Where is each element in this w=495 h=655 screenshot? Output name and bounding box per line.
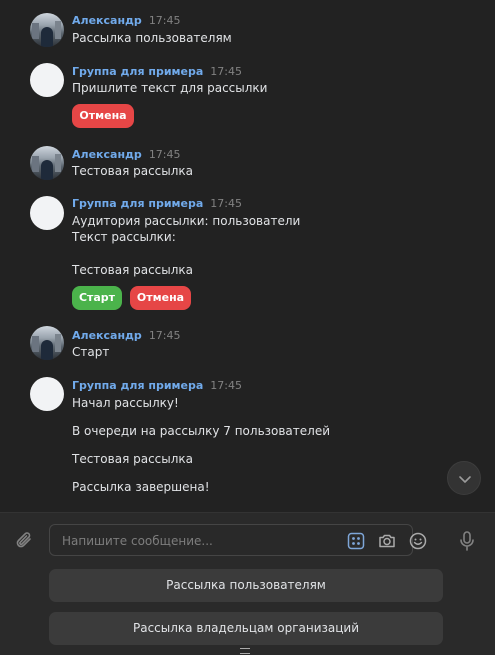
- bot-keyboard-icon[interactable]: [346, 531, 366, 551]
- message-author[interactable]: Группа для примера: [72, 65, 203, 78]
- message-author[interactable]: Александр: [72, 14, 142, 27]
- start-button[interactable]: Старт: [72, 286, 122, 310]
- message-author[interactable]: Группа для примера: [72, 197, 203, 210]
- message-text: В очереди на рассылку 7 пользователей: [72, 424, 331, 438]
- message-item: Александр 17:45 Старт: [30, 326, 470, 362]
- message-time: 17:45: [148, 329, 181, 342]
- chat-history: Александр 17:45 Рассылка пользователям Гр…: [0, 0, 495, 512]
- message-item: Группа для примера 17:45 Аудитория рассыл…: [30, 196, 470, 312]
- camera-icon[interactable]: [377, 531, 397, 551]
- avatar[interactable]: [30, 326, 64, 360]
- cancel-button[interactable]: Отмена: [130, 286, 191, 310]
- message-text: Рассылка пользователям: [72, 31, 232, 45]
- message-item: Группа для примера 17:45 Начал рассылку! …: [30, 377, 470, 497]
- message-text: Тестовая рассылка: [72, 452, 194, 466]
- message-input[interactable]: [60, 525, 324, 557]
- message-text: Начал рассылку!: [72, 396, 179, 410]
- chevron-down-icon: [459, 476, 471, 483]
- message-item: Александр 17:45 Рассылка пользователям: [30, 13, 470, 49]
- paperclip-icon[interactable]: [14, 530, 36, 552]
- avatar[interactable]: [30, 196, 64, 230]
- message-time: 17:45: [148, 14, 181, 27]
- avatar[interactable]: [30, 377, 64, 411]
- scroll-down-button[interactable]: [447, 461, 481, 495]
- cancel-button[interactable]: Отмена: [72, 104, 134, 128]
- message-time: 17:45: [148, 148, 181, 161]
- message-text: Тестовая рассылка: [72, 263, 194, 277]
- keyboard-button-users[interactable]: Рассылка пользователям: [49, 569, 443, 602]
- keyboard-toggle-handle[interactable]: [240, 648, 250, 654]
- message-item: Александр 17:45 Тестовая рассылка: [30, 146, 470, 182]
- message-time: 17:45: [210, 379, 242, 392]
- message-author[interactable]: Александр: [72, 148, 142, 161]
- message-text: Тестовая рассылка: [72, 164, 194, 178]
- avatar[interactable]: [30, 63, 64, 97]
- avatar[interactable]: [30, 146, 64, 180]
- message-item: Группа для примера 17:45 Пришлите текст д…: [30, 63, 470, 133]
- message-text: Пришлите текст для рассылки: [72, 81, 268, 95]
- message-author[interactable]: Александр: [72, 329, 142, 342]
- message-text: Рассылка завершена!: [72, 480, 210, 494]
- message-author[interactable]: Группа для примера: [72, 379, 203, 392]
- composer: Рассылка пользователям Рассылка владельц…: [0, 512, 495, 655]
- keyboard-button-org-owners[interactable]: Рассылка владельцам организаций: [49, 612, 443, 645]
- message-time: 17:45: [210, 65, 242, 78]
- message-text: Старт: [72, 345, 110, 359]
- emoji-icon[interactable]: [408, 531, 428, 551]
- message-text: Аудитория рассылки: пользователи: [72, 214, 301, 228]
- message-text: Текст рассылки:: [72, 230, 176, 244]
- message-time: 17:45: [210, 197, 242, 210]
- microphone-icon[interactable]: [457, 530, 477, 552]
- avatar[interactable]: [30, 13, 64, 47]
- message-input-box[interactable]: [49, 524, 427, 557]
